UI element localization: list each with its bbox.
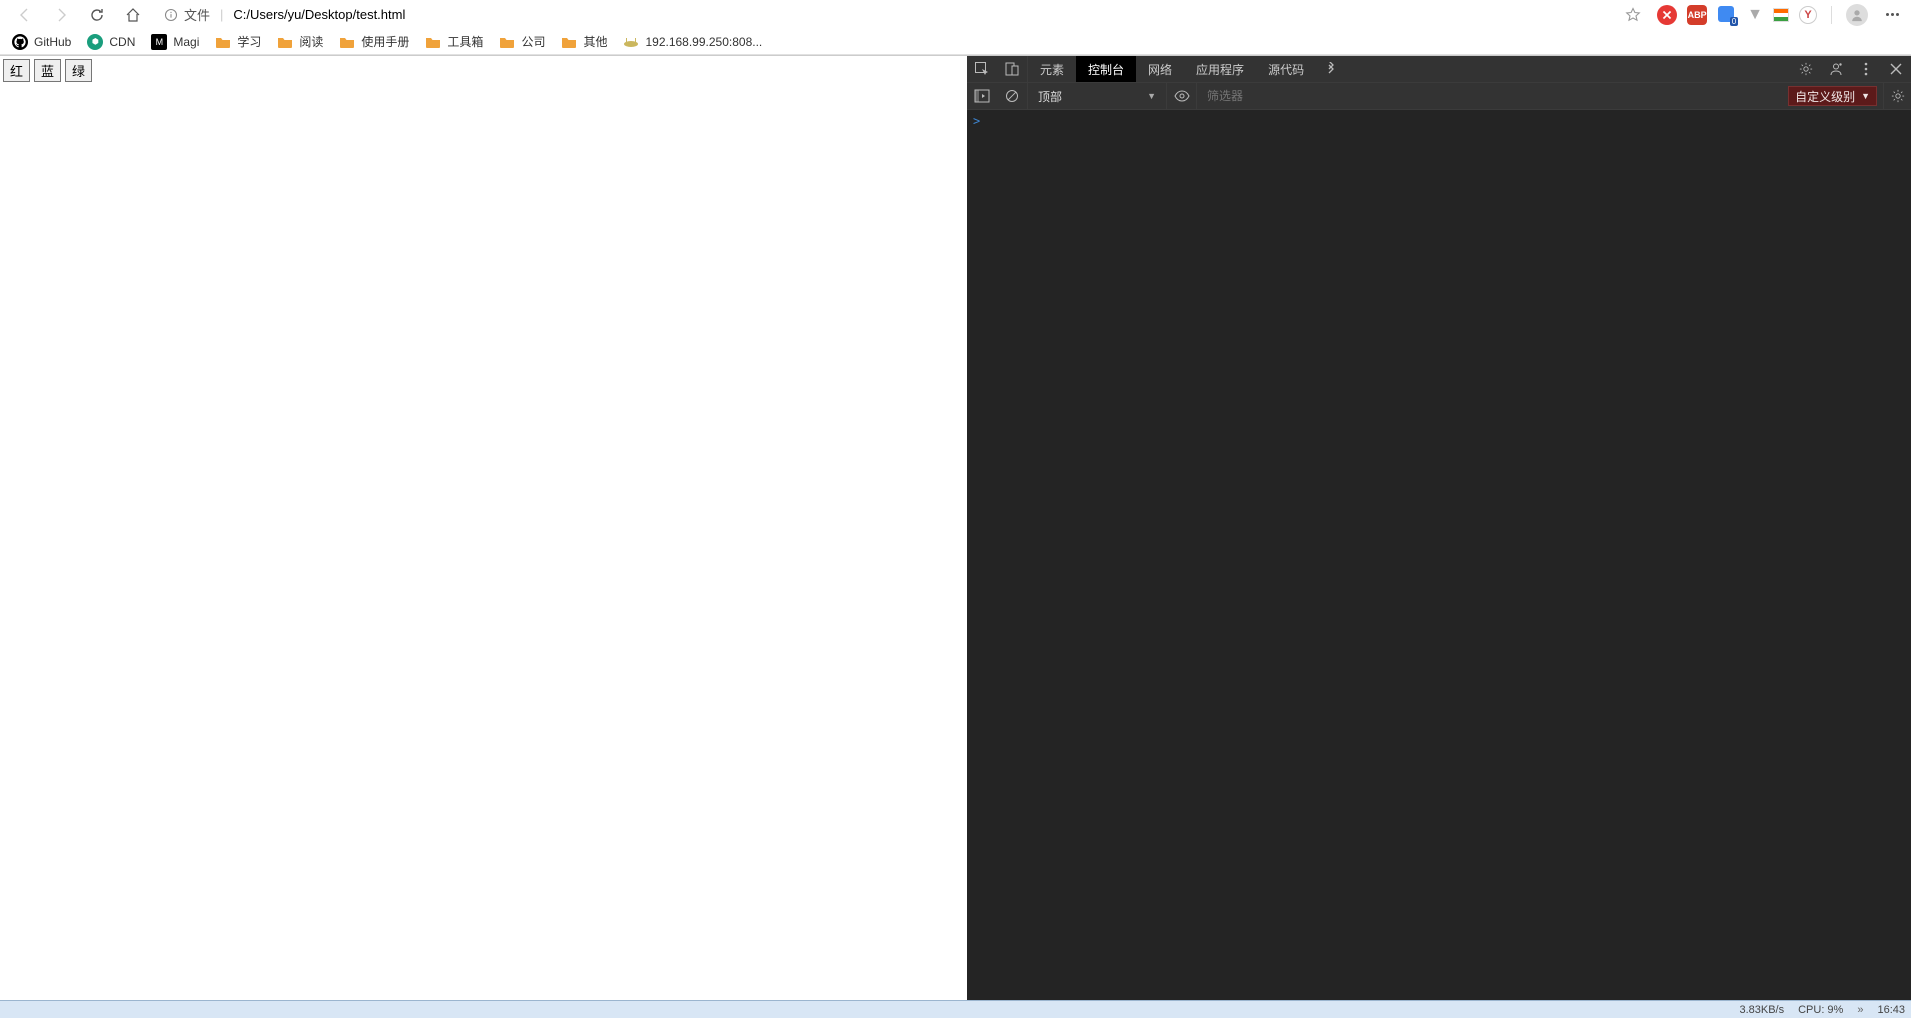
console-filter-wrap: [1197, 83, 1788, 109]
taskbar-net-speed: 3.83KB/s: [1739, 1004, 1784, 1016]
console-context-label: 顶部: [1038, 88, 1062, 105]
bookmark-label: 192.168.99.250:808...: [645, 35, 762, 49]
bookmark-router[interactable]: 192.168.99.250:808...: [617, 32, 768, 52]
bookmark-study-folder[interactable]: 学习: [209, 31, 267, 52]
button-red[interactable]: 红: [3, 59, 30, 82]
chevron-down-icon: ▼: [1861, 91, 1870, 101]
bookmark-label: 学习: [237, 33, 261, 50]
device-toolbar-button[interactable]: [997, 61, 1027, 77]
tab-console[interactable]: 控制台: [1076, 56, 1136, 82]
folder-icon: [339, 34, 355, 50]
folder-icon: [499, 34, 515, 50]
page-content: 红 蓝 绿: [0, 56, 967, 1000]
log-level-select[interactable]: 自定义级别 ▼: [1788, 86, 1877, 106]
button-blue[interactable]: 蓝: [34, 59, 61, 82]
nav-forward-button[interactable]: [44, 1, 78, 29]
bookmark-label: 阅读: [299, 33, 323, 50]
extension-icon-1[interactable]: [1657, 5, 1677, 25]
windows-taskbar[interactable]: 3.83KB/s CPU: 9% » 16:43: [0, 1000, 1911, 1018]
tab-sources[interactable]: 源代码: [1256, 56, 1316, 82]
console-output[interactable]: >: [967, 110, 1911, 1000]
extension-v-icon[interactable]: ▼: [1747, 6, 1763, 24]
bookmark-magi[interactable]: M Magi: [145, 32, 205, 52]
console-settings-button[interactable]: [1883, 83, 1911, 109]
extension-flag-icon[interactable]: [1773, 8, 1789, 22]
bookmark-label: 使用手册: [361, 33, 409, 50]
bookmark-other-folder[interactable]: 其他: [555, 31, 613, 52]
console-context-select[interactable]: 顶部 ▼: [1027, 83, 1167, 109]
tab-elements[interactable]: 元素: [1028, 56, 1076, 82]
console-toolbar: 顶部 ▼ 自定义级别 ▼: [967, 83, 1911, 110]
extension-badge-icon[interactable]: 0: [1717, 5, 1737, 25]
inspect-element-button[interactable]: [967, 61, 997, 77]
bookmark-toolbox-folder[interactable]: 工具箱: [419, 31, 489, 52]
address-protocol-label: 文件: [184, 5, 210, 24]
nav-home-button[interactable]: [116, 1, 150, 29]
bookmark-label: Magi: [173, 35, 199, 49]
bookmark-company-folder[interactable]: 公司: [493, 31, 551, 52]
extension-buttons: ABP 0 ▼ Y: [1657, 4, 1903, 26]
taskbar-clock: 16:43: [1877, 1004, 1905, 1016]
devtools-settings-button[interactable]: [1791, 62, 1821, 76]
button-green[interactable]: 绿: [65, 59, 92, 82]
bookmarks-bar: GitHub ⬢ CDN M Magi 学习 阅读 使用手册 工具箱 公司 其他…: [0, 29, 1911, 55]
devtools-menu-button[interactable]: [1851, 62, 1881, 76]
folder-icon: [425, 34, 441, 50]
tabs-overflow-button[interactable]: [1316, 56, 1346, 82]
tab-network[interactable]: 网络: [1136, 56, 1184, 82]
bookmark-cdn[interactable]: ⬢ CDN: [81, 32, 141, 52]
chevron-down-icon: ▼: [1147, 91, 1156, 101]
browser-toolbar: 文件 | C:/Users/yu/Desktop/test.html ABP 0…: [0, 0, 1911, 29]
extension-badge-count: 0: [1730, 17, 1738, 26]
github-icon: [12, 34, 28, 50]
bookmark-label: GitHub: [34, 35, 71, 49]
nav-refresh-button[interactable]: [80, 1, 114, 29]
info-icon: [164, 8, 178, 22]
console-sidebar-toggle[interactable]: [967, 89, 997, 103]
extension-y-icon[interactable]: Y: [1799, 6, 1817, 24]
profile-avatar-button[interactable]: [1846, 4, 1868, 26]
bookmark-label: 公司: [521, 33, 545, 50]
bookmark-reading-folder[interactable]: 阅读: [271, 31, 329, 52]
address-bar[interactable]: 文件 | C:/Users/yu/Desktop/test.html: [164, 3, 405, 27]
console-clear-button[interactable]: [997, 89, 1027, 103]
browser-menu-button[interactable]: [1886, 13, 1899, 16]
folder-icon: [215, 34, 231, 50]
devtools-feedback-button[interactable]: [1821, 61, 1851, 77]
log-level-label: 自定义级别: [1795, 88, 1855, 105]
router-icon: [623, 34, 639, 50]
devtools-tabstrip: 元素 控制台 网络 应用程序 源代码: [967, 56, 1911, 83]
tab-application[interactable]: 应用程序: [1184, 56, 1256, 82]
nav-back-button[interactable]: [8, 1, 42, 29]
console-filter-input[interactable]: [1197, 89, 1327, 103]
console-prompt-chevron: >: [973, 114, 980, 128]
address-url-text: C:/Users/yu/Desktop/test.html: [233, 7, 405, 22]
favorite-star-button[interactable]: [1619, 7, 1647, 23]
magi-icon: M: [151, 34, 167, 50]
bookmark-label: CDN: [109, 35, 135, 49]
bookmark-github[interactable]: GitHub: [6, 32, 77, 52]
cdn-icon: ⬢: [87, 34, 103, 50]
folder-icon: [561, 34, 577, 50]
bookmark-label: 其他: [583, 33, 607, 50]
devtools-panel: 元素 控制台 网络 应用程序 源代码: [967, 56, 1911, 1000]
devtools-close-button[interactable]: [1881, 63, 1911, 75]
bookmark-label: 工具箱: [447, 33, 483, 50]
taskbar-cpu-label: CPU: 9%: [1798, 1004, 1843, 1016]
live-expression-button[interactable]: [1167, 83, 1197, 109]
address-separator: |: [220, 7, 223, 22]
bookmark-manual-folder[interactable]: 使用手册: [333, 31, 415, 52]
folder-icon: [277, 34, 293, 50]
extension-abp-icon[interactable]: ABP: [1687, 5, 1707, 25]
tray-overflow-icon[interactable]: »: [1857, 1004, 1863, 1016]
